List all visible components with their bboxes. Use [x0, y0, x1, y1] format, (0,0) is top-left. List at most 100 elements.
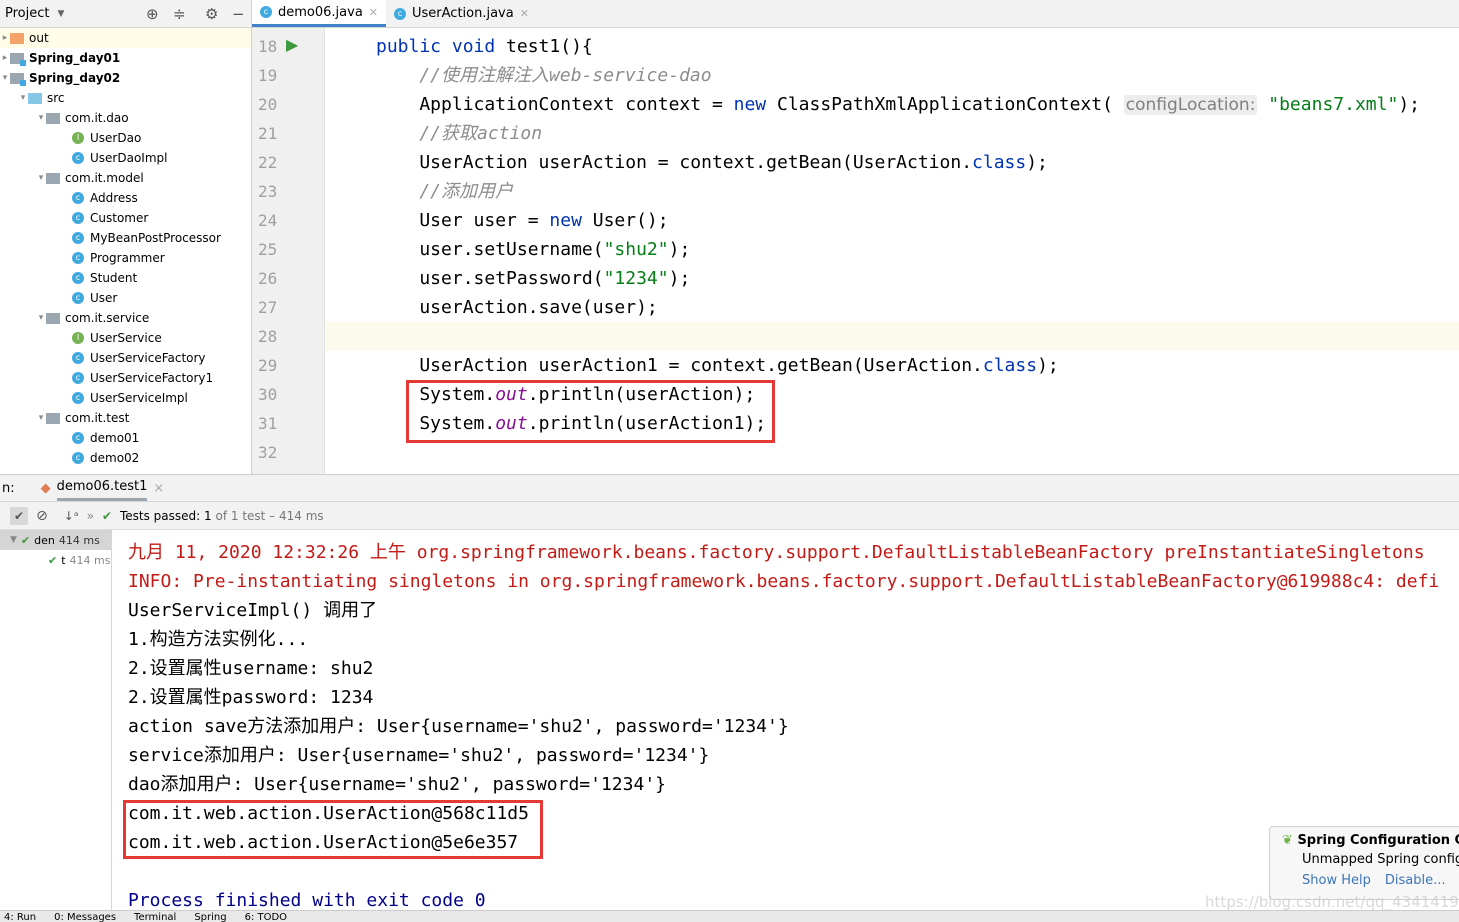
test-node[interactable]: ✔ t 414 ms: [0, 550, 111, 570]
tree-item-label: com.it.dao: [65, 111, 129, 125]
project-view-selector[interactable]: Project: [5, 6, 49, 21]
highlight-box: [406, 380, 775, 443]
class-icon: c: [72, 432, 84, 444]
status-bar: 4: Run 0: Messages Terminal Spring 6: TODO: [0, 910, 1459, 922]
line-number: 32: [258, 443, 278, 462]
code-line: UserAction userAction = context.getBean(…: [326, 148, 1459, 177]
tree-item[interactable]: ▾ com.it.service: [0, 308, 251, 328]
tree-item[interactable]: I UserService: [0, 328, 251, 348]
class-icon: c: [72, 352, 84, 364]
package-icon: [46, 172, 60, 184]
notification-title: Spring Configuration Che: [1297, 833, 1459, 848]
tool-window-button[interactable]: Terminal: [134, 911, 176, 922]
code-token: configLocation:: [1123, 95, 1258, 115]
expand-arrow-icon[interactable]: ▾: [36, 113, 46, 123]
tree-item[interactable]: ▾ com.it.model: [0, 168, 251, 188]
tool-window-button[interactable]: 4: Run: [4, 911, 36, 922]
tree-item[interactable]: ▾ src: [0, 88, 251, 108]
test-node[interactable]: ▼ ✔ den 414 ms: [0, 530, 111, 550]
tool-window-button[interactable]: 6: TODO: [245, 911, 287, 922]
tree-item[interactable]: c Programmer: [0, 248, 251, 268]
tree-item[interactable]: ▾ com.it.test: [0, 408, 251, 428]
code-token: user.setPassword(: [376, 268, 604, 289]
source-folder-icon: [28, 92, 42, 104]
tool-window-button[interactable]: 0: Messages: [54, 911, 116, 922]
tree-item[interactable]: c Address: [0, 188, 251, 208]
tree-item[interactable]: c Customer: [0, 208, 251, 228]
class-icon: c: [394, 7, 406, 20]
class-icon: c: [72, 212, 84, 224]
disable-link[interactable]: Disable...: [1385, 873, 1446, 888]
show-passed-icon[interactable]: ✔: [10, 506, 29, 525]
expand-arrow-icon[interactable]: ▾: [36, 413, 46, 423]
package-icon: [46, 412, 60, 424]
class-icon: c: [72, 252, 84, 264]
tree-item-label: Student: [90, 271, 138, 285]
tree-item[interactable]: I UserDao: [0, 128, 251, 148]
line-number: 22: [258, 153, 278, 172]
module-icon: [10, 72, 26, 86]
collapse-all-icon[interactable]: ≑: [173, 5, 186, 23]
editor-tab[interactable]: c UserAction.java ✕: [386, 0, 537, 27]
tree-item[interactable]: c MyBeanPostProcessor: [0, 228, 251, 248]
tree-item[interactable]: c User: [0, 288, 251, 308]
console-line: dao添加用户: User{username='shu2', password=…: [128, 774, 666, 795]
sort-icon[interactable]: ↓ᵃ: [64, 509, 79, 523]
folder-icon: [10, 32, 24, 44]
tree-item[interactable]: ▾ Spring_day02: [0, 68, 251, 88]
code-token: User();: [592, 210, 669, 231]
spring-leaf-icon: ❦: [1282, 833, 1293, 848]
code-token: User user =: [376, 210, 550, 231]
close-icon[interactable]: ✕: [369, 6, 378, 19]
locate-icon[interactable]: ⊕: [146, 5, 159, 23]
code-token: );: [668, 239, 691, 260]
gear-icon[interactable]: ⚙: [205, 5, 218, 23]
tree-item-label: UserServiceFactory1: [90, 371, 214, 385]
tree-item[interactable]: ▾ com.it.dao: [0, 108, 251, 128]
tree-item-label: Programmer: [90, 251, 165, 265]
tree-item[interactable]: ▸ Spring_day01: [0, 48, 251, 68]
tree-item[interactable]: c UserServiceFactory: [0, 348, 251, 368]
tree-item-label: Spring_day02: [29, 71, 121, 85]
project-panel: Project ▼ ⊕ ≑ ⚙ − ▸ out ▸ Spring_day01 ▾ Sprin…: [0, 0, 252, 474]
chevron-down-icon[interactable]: ▼: [57, 9, 64, 19]
code-token: test1(){: [506, 36, 593, 57]
code-token: );: [1398, 94, 1420, 115]
tree-item-label: UserService: [90, 331, 162, 345]
expand-arrow-icon[interactable]: ▾: [36, 313, 46, 323]
tree-item[interactable]: c UserDaoImpl: [0, 148, 251, 168]
more-icon[interactable]: »: [87, 509, 94, 523]
close-icon[interactable]: ✕: [520, 7, 529, 20]
expand-arrow-icon[interactable]: ▸: [0, 33, 10, 43]
expand-arrow-icon[interactable]: ▸: [0, 53, 10, 63]
tree-item[interactable]: ▸ out: [0, 28, 251, 48]
editor-tab[interactable]: c demo06.java ✕: [252, 0, 386, 27]
minimize-icon[interactable]: −: [232, 5, 245, 23]
run-tabs: n: ◆ demo06.test1 ×: [0, 474, 1459, 502]
code-token: ClassPathXmlApplicationContext(: [776, 94, 1124, 115]
tree-item-label: Spring_day01: [29, 51, 121, 65]
close-icon[interactable]: ×: [153, 481, 164, 496]
tree-item[interactable]: c demo02: [0, 448, 251, 468]
code-token: public void: [376, 36, 507, 57]
tree-item[interactable]: c Student: [0, 268, 251, 288]
class-icon: c: [72, 232, 84, 244]
run-tab[interactable]: demo06.test1: [56, 475, 148, 501]
code-token: UserAction userAction = context.getBean(…: [376, 152, 973, 173]
show-ignored-icon[interactable]: ⊘: [36, 508, 48, 524]
code-line: //添加用户: [326, 177, 1459, 206]
code-token: "beans7.xml": [1257, 94, 1399, 115]
expand-arrow-icon[interactable]: ▾: [0, 73, 10, 83]
notification: ❦ Spring Configuration Che Unmapped Spri…: [1269, 826, 1459, 900]
expand-arrow-icon[interactable]: ▾: [18, 93, 28, 103]
tree-item[interactable]: c UserServiceFactory1: [0, 368, 251, 388]
test-run-icon: ◆: [40, 480, 51, 496]
tree-item[interactable]: c demo01: [0, 428, 251, 448]
project-tree: ▸ out ▸ Spring_day01 ▾ Spring_day02 ▾ src ▾ com.i…: [0, 28, 251, 468]
tree-item[interactable]: c UserServiceImpl: [0, 388, 251, 408]
tool-window-button[interactable]: Spring: [194, 911, 226, 922]
expand-arrow-icon[interactable]: ▾: [36, 173, 46, 183]
package-icon: [46, 112, 60, 124]
project-header: Project ▼ ⊕ ≑ ⚙ −: [0, 0, 251, 28]
show-help-link[interactable]: Show Help: [1302, 873, 1371, 888]
